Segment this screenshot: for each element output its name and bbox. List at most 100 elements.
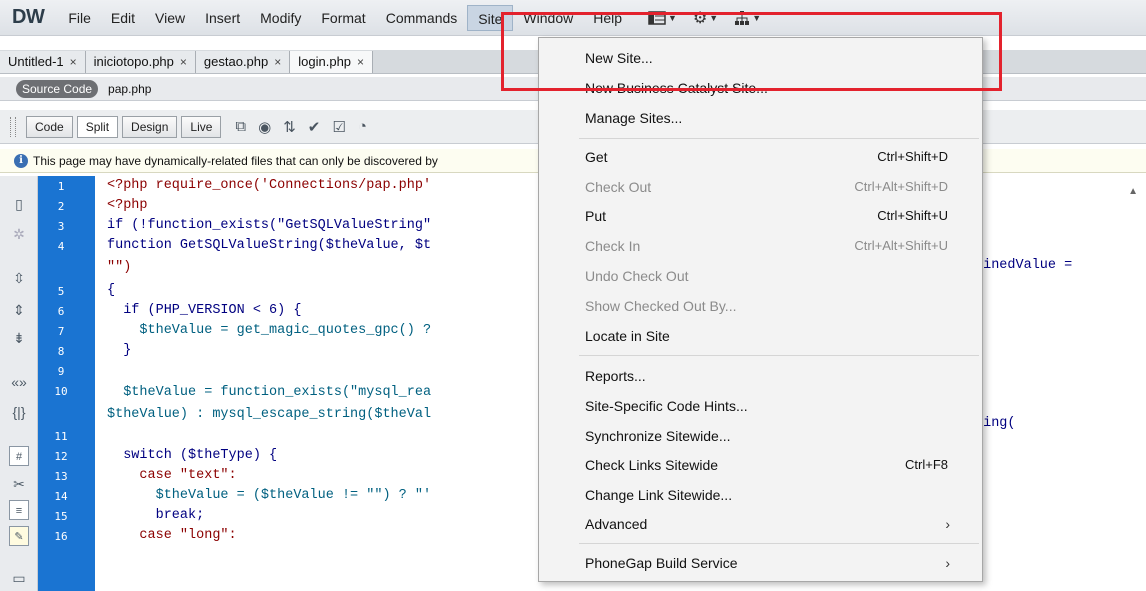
line-number: 14 <box>54 490 68 503</box>
code-line: if (!function_exists("GetSQLValueString" <box>107 218 432 233</box>
menu-item-site-specific-code-hints[interactable]: Site-Specific Code Hints... <box>539 392 982 420</box>
line-number: 15 <box>54 510 68 523</box>
line-number: 1 <box>57 180 65 193</box>
split-view-button[interactable]: Split <box>76 115 119 138</box>
menu-item-check-in: Check In Ctrl+Alt+Shift+U <box>585 238 948 254</box>
w3c-validation-icon[interactable]: ✔ <box>308 118 321 136</box>
code-line: $theValue = function_exists("mysql_rea <box>107 385 432 400</box>
menu-item-get[interactable]: Get Ctrl+Shift+D <box>539 143 982 171</box>
apply-comment-icon[interactable]: ≡ <box>9 500 29 520</box>
menu-item-check-links-sitewide[interactable]: Check Links Sitewide Ctrl+F8 <box>539 451 982 479</box>
code-line: { <box>107 283 116 298</box>
line-number: 6 <box>57 305 65 318</box>
code-line: function GetSQLValueString($theValue, $t <box>107 238 432 253</box>
info-message: This page may have dynamically-related f… <box>33 153 438 168</box>
code-line: if (PHP_VERSION < 6) { <box>107 303 302 318</box>
close-icon[interactable]: × <box>70 55 77 69</box>
line-number: 7 <box>57 325 65 338</box>
close-icon[interactable]: × <box>357 55 364 69</box>
tab-gestao[interactable]: gestao.php × <box>195 51 291 73</box>
related-file-pap[interactable]: pap.php <box>108 82 151 96</box>
file-management-icon[interactable]: ⇅ <box>283 118 296 136</box>
line-number-gutter: 1 2 3 4 5 6 7 8 9 10 11 12 13 14 15 16 <box>38 176 95 591</box>
line-number: 9 <box>57 365 65 378</box>
line-number: 10 <box>54 385 68 398</box>
menu-view[interactable]: View <box>145 5 195 31</box>
open-documents-icon[interactable]: ▯ <box>9 194 29 214</box>
live-view-button[interactable]: Live <box>181 115 222 138</box>
visual-aids-icon[interactable]: ◔ <box>358 118 367 136</box>
menu-separator <box>579 138 979 139</box>
code-line-fragment: finedValue = <box>975 258 1073 273</box>
scroll-up-arrow-icon[interactable]: ▲ <box>1128 186 1138 197</box>
design-view-button[interactable]: Design <box>122 115 178 138</box>
menu-modify[interactable]: Modify <box>250 5 311 31</box>
code-line: <?php require_once('Connections/pap.php' <box>107 178 432 193</box>
line-number: 13 <box>54 470 68 483</box>
chevron-right-icon: › <box>945 555 950 571</box>
menu-item-locate-in-site[interactable]: Locate in Site <box>539 322 982 350</box>
line-number: 8 <box>57 345 65 358</box>
menu-item-phonegap-build-service[interactable]: PhoneGap Build Service › <box>539 549 982 577</box>
code-view-button[interactable]: Code <box>26 115 73 138</box>
line-number: 3 <box>57 220 65 233</box>
menu-file[interactable]: File <box>58 5 101 31</box>
menu-insert[interactable]: Insert <box>195 5 250 31</box>
line-number: 16 <box>54 530 68 543</box>
menu-item-undo-check-out: Undo Check Out <box>585 268 689 284</box>
app-logo: DW <box>12 6 45 28</box>
show-code-navigator-icon[interactable]: ✲ <box>9 224 29 244</box>
remove-comment-icon[interactable]: ✎ <box>9 526 29 546</box>
menu-item-advanced[interactable]: Advanced › <box>539 510 982 538</box>
line-number: 2 <box>57 200 65 213</box>
info-icon: i <box>14 153 28 168</box>
line-number: 11 <box>54 430 68 443</box>
annotation-highlight-box <box>501 12 1002 91</box>
toolbar-grip[interactable] <box>10 116 16 137</box>
code-line: break; <box>107 508 205 523</box>
menu-edit[interactable]: Edit <box>101 5 145 31</box>
site-menu-dropdown: New Site... New Business Catalyst Site..… <box>538 37 983 582</box>
menu-item-put[interactable]: Put Ctrl+Shift+U <box>539 202 982 230</box>
code-line: $theValue = ($theValue != "") ? "' <box>107 488 432 503</box>
menu-item-manage-sites[interactable]: Manage Sites... <box>539 104 982 132</box>
collapse-tag-icon[interactable]: ⇳ <box>9 268 29 288</box>
menu-item-check-out: Check Out Ctrl+Alt+Shift+D <box>585 179 948 195</box>
line-number: 5 <box>57 285 65 298</box>
code-line: case "text": <box>107 468 237 483</box>
menu-separator <box>579 543 979 544</box>
close-icon[interactable]: × <box>274 55 281 69</box>
code-line: case "long": <box>107 528 237 543</box>
collapse-selection-icon[interactable]: ⇕ <box>9 300 29 320</box>
menu-item-change-link-sitewide[interactable]: Change Link Sitewide... <box>539 481 982 509</box>
code-line: <?php <box>107 198 148 213</box>
tab-iniciotopo[interactable]: iniciotopo.php × <box>85 51 196 73</box>
menu-format[interactable]: Format <box>311 5 375 31</box>
expand-all-icon[interactable]: ⇟ <box>9 328 29 348</box>
code-line: } <box>107 343 132 358</box>
code-line: "") <box>107 260 132 275</box>
menu-item-reports[interactable]: Reports... <box>539 362 982 390</box>
menu-item-show-checked-out-by: Show Checked Out By... <box>585 298 737 314</box>
menu-commands[interactable]: Commands <box>376 5 468 31</box>
code-line: switch ($theType) { <box>107 448 278 463</box>
code-line: $theValue) : mysql_escape_string($theVal <box>107 407 432 422</box>
coding-toolbar: ▯ ✲ ⇳ ⇕ ⇟ «» {|} # ✂ ≡ ✎ ▭ <box>0 176 38 591</box>
close-icon[interactable]: × <box>180 55 187 69</box>
check-browser-icon[interactable]: ☑ <box>332 118 345 136</box>
select-parent-tag-icon[interactable]: «» <box>9 372 29 392</box>
line-numbers-icon[interactable]: # <box>9 446 29 466</box>
multiscreen-icon[interactable]: ⧉ <box>235 118 246 136</box>
tab-login[interactable]: login.php × <box>290 51 374 73</box>
highlight-invalid-icon[interactable]: ✂ <box>9 474 29 494</box>
preview-browser-icon[interactable]: ◉ <box>258 118 271 136</box>
wrap-tag-icon[interactable]: ▭ <box>9 568 29 588</box>
menu-separator <box>579 355 979 356</box>
chevron-right-icon: › <box>945 516 950 532</box>
source-code-button[interactable]: Source Code <box>16 79 99 98</box>
line-number: 4 <box>57 240 65 253</box>
menu-item-synchronize-sitewide[interactable]: Synchronize Sitewide... <box>539 422 982 450</box>
line-number: 12 <box>54 450 68 463</box>
balance-braces-icon[interactable]: {|} <box>9 402 29 422</box>
tab-untitled-1[interactable]: Untitled-1 × <box>0 51 86 73</box>
